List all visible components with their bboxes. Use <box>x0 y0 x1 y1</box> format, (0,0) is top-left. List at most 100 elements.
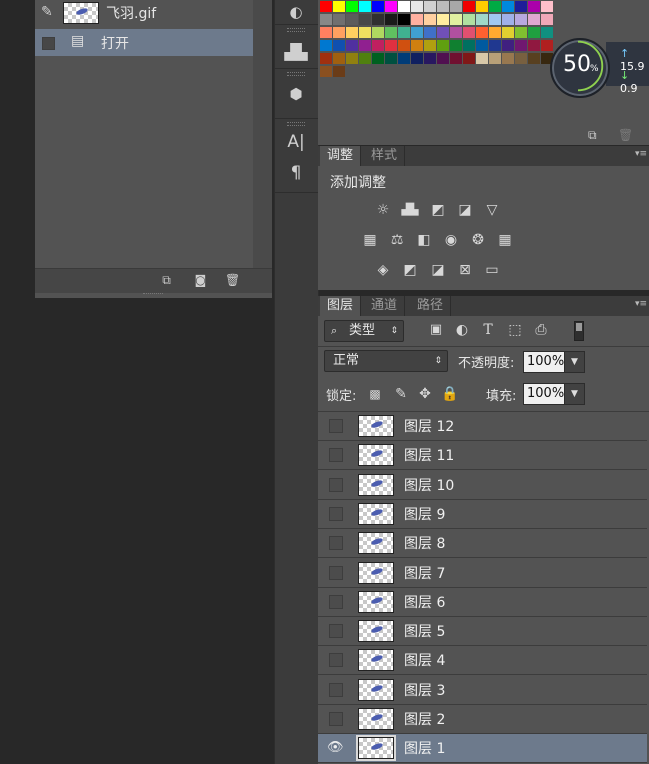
color-swatch[interactable] <box>411 1 423 12</box>
color-swatch[interactable] <box>398 14 410 25</box>
threshold-icon[interactable]: ◪ <box>428 261 448 279</box>
filter-smart-object-icon[interactable]: ⎙ <box>531 321 551 339</box>
color-swatch[interactable] <box>502 53 514 64</box>
color-lookup-icon[interactable]: ▦ <box>495 231 515 249</box>
color-swatch[interactable] <box>398 53 410 64</box>
color-swatch[interactable] <box>320 14 332 25</box>
layer-row[interactable]: 图层 6 <box>318 588 647 617</box>
visibility-toggle[interactable] <box>329 419 343 433</box>
color-swatch[interactable] <box>541 27 553 38</box>
color-swatch[interactable] <box>476 1 488 12</box>
color-swatch[interactable] <box>476 53 488 64</box>
character-icon[interactable]: A| <box>283 130 309 154</box>
color-swatch[interactable] <box>424 14 436 25</box>
color-swatch[interactable] <box>489 27 501 38</box>
strip-grip[interactable] <box>287 28 305 32</box>
curves-icon[interactable]: ◩ <box>428 201 448 219</box>
color-swatch[interactable] <box>541 14 553 25</box>
vibrance-icon[interactable]: ▽ <box>482 201 502 219</box>
color-swatch[interactable] <box>398 40 410 51</box>
color-swatch[interactable] <box>372 40 384 51</box>
color-swatch[interactable] <box>437 53 449 64</box>
color-swatch[interactable] <box>385 27 397 38</box>
color-swatch[interactable] <box>450 40 462 51</box>
histogram-icon[interactable]: ▟▙ <box>283 40 309 64</box>
color-swatch[interactable] <box>489 1 501 12</box>
opacity-input[interactable]: 100% <box>523 351 565 373</box>
visibility-toggle[interactable] <box>329 712 343 726</box>
color-swatch[interactable] <box>346 1 358 12</box>
color-swatch[interactable] <box>320 1 332 12</box>
color-swatch[interactable] <box>359 27 371 38</box>
color-swatch[interactable] <box>372 53 384 64</box>
color-balance-icon[interactable]: ⚖ <box>387 231 407 249</box>
history-state-checkbox[interactable] <box>42 37 55 50</box>
color-swatch[interactable] <box>385 40 397 51</box>
color-swatch[interactable] <box>320 53 332 64</box>
visibility-toggle[interactable] <box>329 565 343 580</box>
strip-grip[interactable] <box>287 72 305 76</box>
layer-row[interactable]: 图层 4 <box>318 646 647 676</box>
color-swatch[interactable] <box>320 66 332 77</box>
color-swatch[interactable] <box>541 1 553 12</box>
color-swatch[interactable] <box>437 14 449 25</box>
tab-paths[interactable]: 路径 <box>410 296 452 316</box>
tab-styles[interactable]: 样式 <box>364 146 406 166</box>
history-brush-source-icon[interactable]: ✎ <box>41 4 53 20</box>
snapshot-camera-icon[interactable]: ◙ <box>193 274 208 287</box>
visibility-toggle[interactable] <box>329 477 343 492</box>
filter-adjustment-icon[interactable]: ◐ <box>452 321 472 339</box>
color-swatch[interactable] <box>489 40 501 51</box>
3d-box-icon[interactable]: ⬢ <box>283 82 309 106</box>
filter-type-icon[interactable]: T <box>478 321 498 339</box>
new-swatch-icon[interactable]: ⧉ <box>588 128 597 143</box>
layer-row[interactable]: 图层 5 <box>318 617 647 647</box>
color-swatch[interactable] <box>385 14 397 25</box>
trash-icon[interactable]: 🗑 <box>225 274 240 287</box>
layer-row[interactable]: 图层 11 <box>318 441 647 471</box>
color-swatch[interactable] <box>528 14 540 25</box>
color-swatch[interactable] <box>489 14 501 25</box>
color-swatch[interactable] <box>346 14 358 25</box>
selective-color-icon[interactable]: ⊠ <box>455 261 475 279</box>
delete-swatch-icon[interactable]: 🗑 <box>618 128 633 142</box>
eye-icon[interactable]: 👁 <box>327 740 344 755</box>
layer-row[interactable]: 图层 10 <box>318 471 647 500</box>
layer-row[interactable]: 图层 3 <box>318 676 647 705</box>
color-swatch[interactable] <box>463 53 475 64</box>
blend-mode-select[interactable]: 正常 ⇕ <box>324 350 448 372</box>
fill-input[interactable]: 100% <box>523 383 565 405</box>
visibility-toggle[interactable] <box>329 682 343 697</box>
levels-icon[interactable]: ▟▙ <box>400 201 420 219</box>
color-swatch[interactable] <box>437 40 449 51</box>
color-swatch[interactable] <box>372 1 384 12</box>
color-swatch[interactable] <box>398 27 410 38</box>
color-swatch[interactable] <box>424 40 436 51</box>
lock-position-icon[interactable]: ✥ <box>415 385 435 403</box>
color-swatch[interactable] <box>463 1 475 12</box>
posterize-icon[interactable]: ◩ <box>400 261 420 279</box>
color-swatch[interactable] <box>463 27 475 38</box>
color-swatch[interactable] <box>411 40 423 51</box>
gradient-map-icon[interactable]: ▭ <box>482 261 502 279</box>
color-swatch[interactable] <box>346 40 358 51</box>
color-swatch[interactable] <box>359 1 371 12</box>
lock-image-pixels-icon[interactable]: ✎ <box>391 385 411 403</box>
color-swatch[interactable] <box>320 27 332 38</box>
visibility-toggle[interactable] <box>329 594 343 609</box>
color-swatch[interactable] <box>515 14 527 25</box>
color-swatch[interactable] <box>528 1 540 12</box>
color-swatch[interactable] <box>424 27 436 38</box>
filter-toggle[interactable] <box>574 321 584 341</box>
panel-menu-icon[interactable]: ▾≡ <box>635 149 647 159</box>
color-swatch[interactable] <box>333 1 345 12</box>
color-swatch[interactable] <box>502 40 514 51</box>
color-swatch[interactable] <box>333 66 345 77</box>
layer-row[interactable]: 图层 12 <box>318 412 647 441</box>
color-swatch[interactable] <box>411 53 423 64</box>
hue-saturation-icon[interactable]: ▦ <box>360 231 380 249</box>
color-swatch[interactable] <box>515 40 527 51</box>
color-swatch[interactable] <box>320 40 332 51</box>
color-swatch[interactable] <box>476 14 488 25</box>
invert-icon[interactable]: ◈ <box>373 261 393 279</box>
